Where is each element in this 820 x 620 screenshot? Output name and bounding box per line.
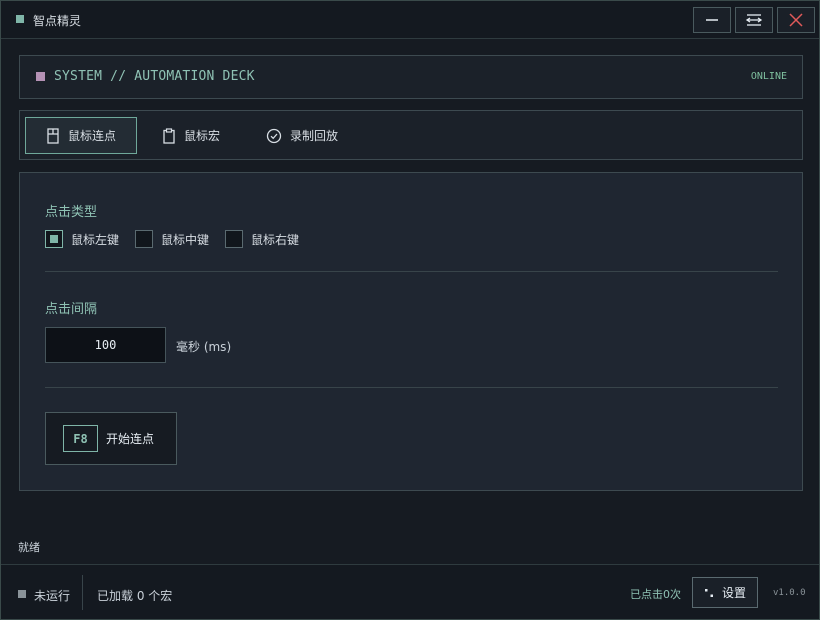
divider xyxy=(45,271,778,272)
interval-unit: 毫秒 (ms) xyxy=(176,340,232,354)
left-button-checkbox[interactable] xyxy=(45,230,63,248)
minimize-icon xyxy=(706,19,718,21)
clipboard-icon xyxy=(163,127,175,144)
option-right-button[interactable]: 鼠标右键 xyxy=(225,230,299,248)
loaded-macros: 已加载 0 个宏 xyxy=(97,589,173,603)
hotkey-badge: F8 xyxy=(63,425,98,452)
log-status: 就绪 xyxy=(18,541,40,554)
tab-bar: 鼠标连点 鼠标宏 录制回放 xyxy=(19,110,803,160)
tab-record-playback[interactable]: 录制回放 xyxy=(252,117,372,154)
tab-mouse-clicker[interactable]: 鼠标连点 xyxy=(25,117,137,154)
start-label: 开始连点 xyxy=(106,432,155,446)
run-state-indicator xyxy=(18,590,26,598)
tab-label: 鼠标宏 xyxy=(184,129,221,143)
window-title: 智点精灵 xyxy=(33,14,82,28)
system-header: SYSTEM // AUTOMATION DECK ONLINE xyxy=(19,55,803,99)
tab-mouse-macro[interactable]: 鼠标宏 xyxy=(148,117,244,154)
option-middle-button[interactable]: 鼠标中键 xyxy=(135,230,209,248)
version: v1.0.0 xyxy=(773,588,806,598)
mouse-icon xyxy=(47,127,59,144)
run-state: 未运行 xyxy=(34,589,71,603)
app-icon xyxy=(16,15,24,23)
click-type-options: 鼠标左键 鼠标中键 鼠标右键 xyxy=(45,230,315,248)
option-left-button[interactable]: 鼠标左键 xyxy=(45,230,119,248)
clicker-settings-panel: 点击类型 鼠标左键 鼠标中键 鼠标右键 点击间隔 100 毫秒 (ms) F8 … xyxy=(19,172,803,491)
click-type-heading: 点击类型 xyxy=(45,205,98,220)
close-button[interactable] xyxy=(777,7,815,33)
status-bar: 未运行 已加载 0 个宏 已点击0次 设置 v1.0.0 xyxy=(1,564,819,619)
click-interval-heading: 点击间隔 xyxy=(45,302,98,317)
click-count: 已点击0次 xyxy=(630,588,681,601)
settings-label: 设置 xyxy=(721,586,746,600)
header-marker xyxy=(36,72,45,81)
settings-button[interactable]: 设置 xyxy=(692,577,758,608)
tab-label: 鼠标连点 xyxy=(68,129,117,143)
check-circle-icon xyxy=(266,128,282,143)
tab-label: 录制回放 xyxy=(290,129,339,143)
header-title: SYSTEM // AUTOMATION DECK xyxy=(54,69,255,84)
option-label: 鼠标右键 xyxy=(251,232,300,247)
settings-icon xyxy=(704,588,713,597)
middle-button-checkbox[interactable] xyxy=(135,230,154,248)
layout-toggle-button[interactable] xyxy=(735,7,773,33)
option-label: 鼠标中键 xyxy=(161,232,210,247)
start-clicking-button[interactable]: F8 开始连点 xyxy=(45,412,177,465)
right-button-checkbox[interactable] xyxy=(225,230,244,248)
close-icon xyxy=(789,13,803,27)
divider xyxy=(45,387,778,388)
app-window: 智点精灵 SYSTEM // AUTOMATION DECK ONLINE 鼠标… xyxy=(0,0,820,620)
layout-toggle-icon xyxy=(745,14,763,26)
minimize-button[interactable] xyxy=(693,7,731,33)
option-label: 鼠标左键 xyxy=(71,232,120,247)
interval-input[interactable]: 100 xyxy=(45,327,166,363)
footer-divider xyxy=(82,575,83,610)
title-bar[interactable]: 智点精灵 xyxy=(1,1,819,39)
online-status: ONLINE xyxy=(750,71,787,82)
